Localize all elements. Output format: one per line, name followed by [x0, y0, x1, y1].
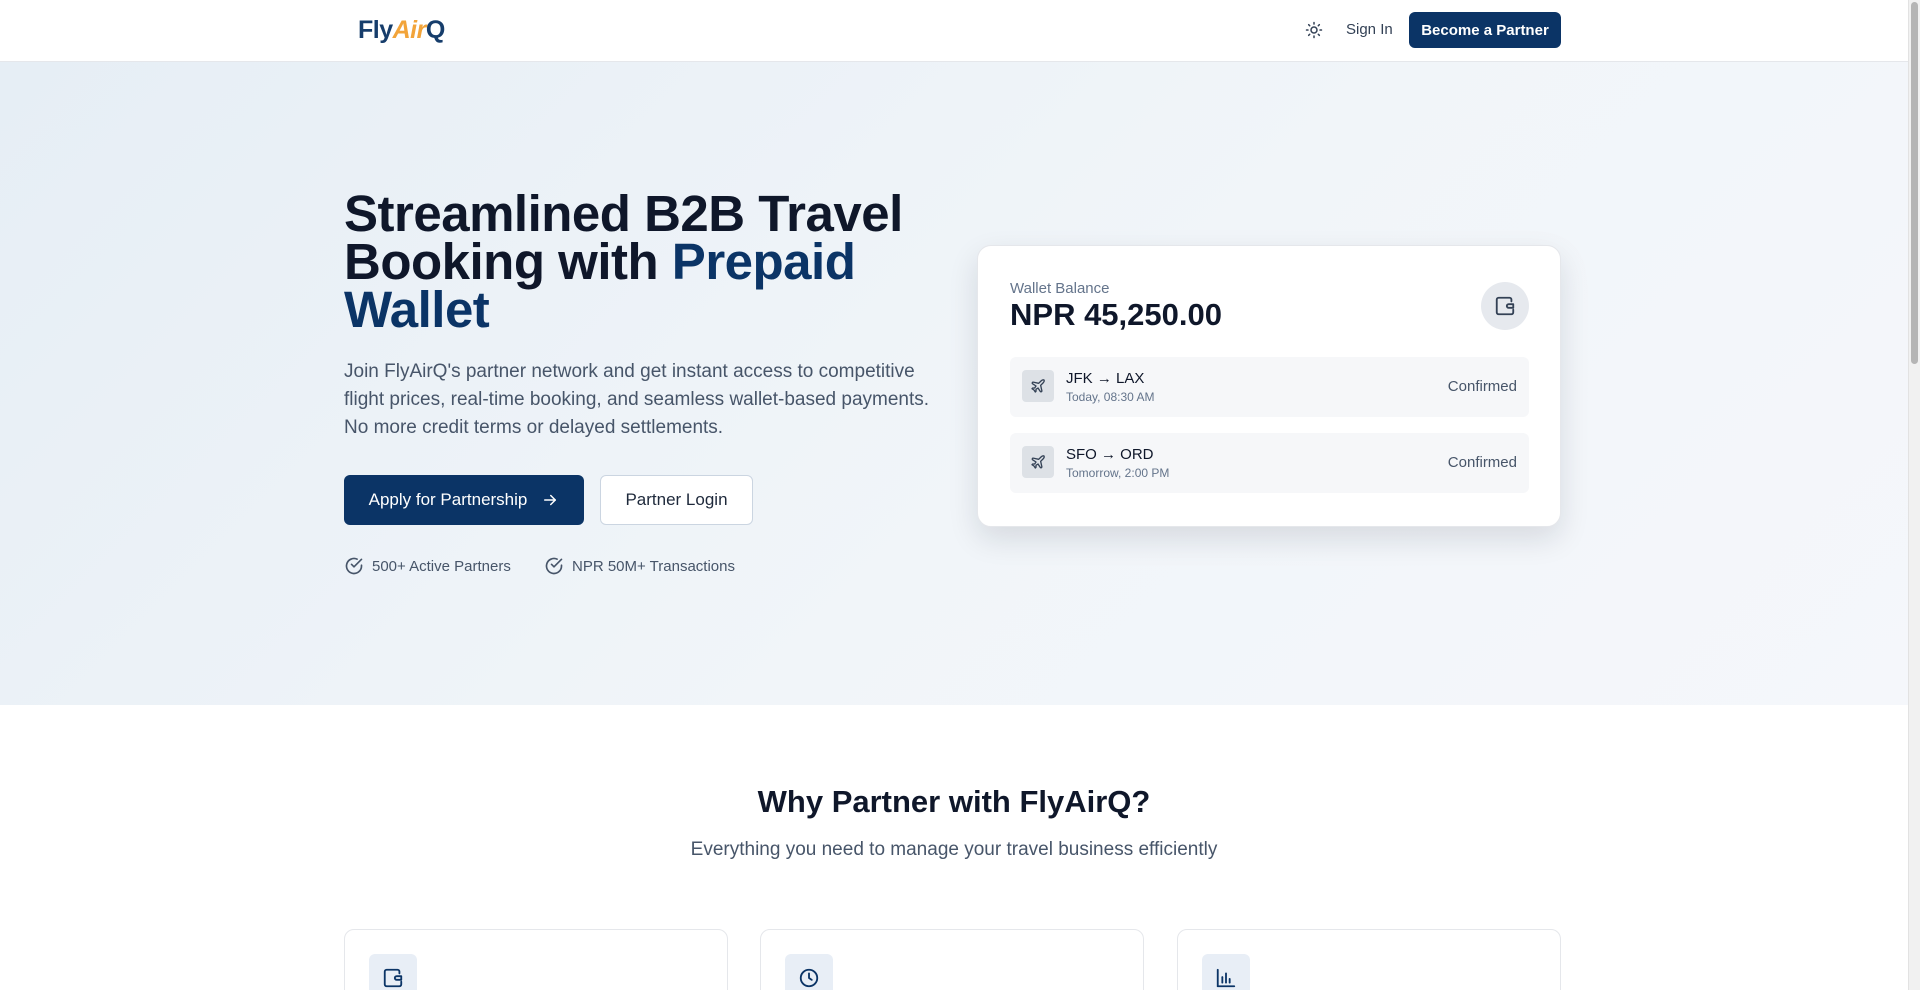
logo-part-q: Q: [425, 16, 445, 44]
flight-time: Today, 08:30 AM: [1066, 390, 1155, 404]
wallet-balance-label: Wallet Balance: [1010, 280, 1110, 297]
feature-card-clock: [760, 929, 1144, 990]
wallet-icon: [369, 954, 417, 990]
flight-route: JFK → LAX: [1066, 370, 1145, 387]
hero-section: Streamlined B2B Travel Booking with Prep…: [0, 62, 1908, 705]
logo-part-fly: Fly: [358, 16, 393, 44]
partner-login-button[interactable]: Partner Login: [600, 475, 753, 525]
check-circle-icon: [345, 557, 363, 575]
feature-card-wallet: [344, 929, 728, 990]
plane-icon: [1022, 370, 1054, 402]
arrow-right-icon: [544, 494, 557, 506]
flight-status: Confirmed: [1447, 378, 1517, 395]
sun-icon: [1305, 21, 1323, 39]
wallet-balance-amount: NPR 45,250.00: [1010, 297, 1222, 332]
page-scrollbar[interactable]: [1908, 0, 1920, 990]
why-partner-title: Why Partner with FlyAirQ?: [757, 784, 1151, 819]
why-partner-subtitle: Everything you need to manage your trave…: [690, 839, 1218, 860]
plane-icon: [1022, 446, 1054, 478]
flight-status: Confirmed: [1447, 454, 1517, 471]
bar-chart-icon: [1202, 954, 1250, 990]
scrollbar-thumb[interactable]: [1911, 2, 1918, 364]
flight-item[interactable]: JFK → LAX Today, 08:30 AM Confirmed: [1010, 357, 1529, 417]
flight-time: Tomorrow, 2:00 PM: [1066, 466, 1170, 480]
wallet-icon: [1481, 282, 1529, 330]
clock-icon: [785, 954, 833, 990]
hero-title-accent-2: Wallet: [344, 281, 490, 338]
flyairq-logo[interactable]: FlyAirQ: [358, 14, 445, 46]
flight-route: SFO → ORD: [1066, 446, 1154, 463]
become-partner-button[interactable]: Become a Partner: [1409, 12, 1561, 48]
logo-part-air: Air: [392, 16, 427, 44]
wallet-card: Wallet Balance NPR 45,250.00 JFK → LAX T…: [977, 245, 1561, 527]
feature-card-analytics: [1177, 929, 1561, 990]
stat-transactions: NPR 50M+ Transactions: [544, 556, 735, 576]
hero-title-accent-1: Prepaid: [671, 233, 856, 290]
sign-in-link[interactable]: Sign In: [1346, 20, 1393, 40]
hero-title: Streamlined B2B Travel Booking with Prep…: [344, 188, 964, 335]
apply-partnership-button[interactable]: Apply for Partnership: [344, 475, 584, 525]
top-nav: FlyAirQ Sign In Become a Partner: [0, 0, 1908, 62]
stat-label: NPR 50M+ Transactions: [572, 557, 735, 575]
hero-description: Join FlyAirQ's partner network and get i…: [344, 361, 930, 438]
apply-button-label: Apply for Partnership: [368, 490, 528, 509]
stat-label: 500+ Active Partners: [372, 557, 511, 575]
flight-item[interactable]: SFO → ORD Tomorrow, 2:00 PM Confirmed: [1010, 433, 1529, 493]
theme-toggle-button[interactable]: [1300, 16, 1328, 44]
check-circle-icon: [545, 557, 563, 575]
stat-active-partners: 500+ Active Partners: [344, 556, 511, 576]
